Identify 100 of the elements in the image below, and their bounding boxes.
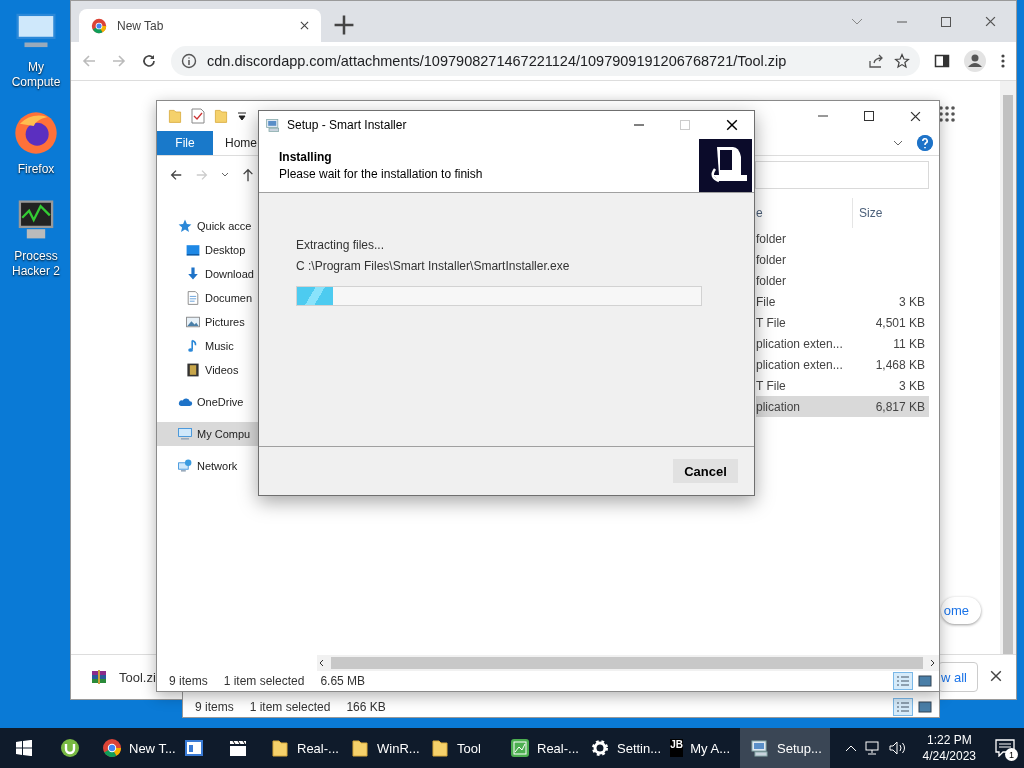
desktop-icon-label[interactable]: Process Hacker 2 bbox=[2, 249, 70, 279]
clock-date[interactable]: 4/24/2023 bbox=[922, 748, 976, 764]
info-icon bbox=[181, 53, 197, 69]
address-bar[interactable]: cdn.discordapp.com/attachments/1097908271467221124/1097909191206768721/Tool.zip bbox=[171, 46, 920, 76]
chevron-up-icon[interactable] bbox=[844, 744, 857, 752]
column-header[interactable]: e bbox=[756, 198, 853, 228]
avatar-icon[interactable] bbox=[964, 50, 986, 72]
nav-item[interactable]: My Compu bbox=[157, 422, 259, 446]
selection-info: 1 item selected bbox=[249, 700, 331, 714]
logo-icon: JB bbox=[670, 739, 684, 757]
dropdown-caret-icon[interactable] bbox=[237, 111, 247, 121]
settings-icon bbox=[590, 738, 610, 758]
nav-item[interactable]: OneDrive bbox=[157, 390, 259, 414]
notification-count: 1 bbox=[1005, 748, 1018, 761]
file-path: C :\Program Files\Smart Installer\SmartInstaller.exe bbox=[296, 259, 571, 273]
notifications-icon[interactable] bbox=[995, 739, 1015, 757]
network-icon[interactable] bbox=[864, 741, 881, 755]
desktop-icon-label[interactable]: Firefox bbox=[2, 162, 70, 177]
nav-item[interactable]: Quick acce bbox=[157, 214, 259, 238]
close-icon[interactable] bbox=[726, 118, 738, 131]
close-download-bar-icon[interactable] bbox=[990, 670, 1002, 682]
desktop-icon-label[interactable]: My Compute bbox=[2, 60, 70, 90]
maximize-icon bbox=[680, 119, 690, 130]
file-size: 4,501 KB bbox=[875, 315, 925, 330]
file-type: T File bbox=[756, 315, 787, 330]
pictures-icon bbox=[185, 314, 201, 330]
details-view-icon bbox=[896, 675, 910, 687]
maximize-icon[interactable] bbox=[941, 16, 951, 27]
back-icon[interactable] bbox=[169, 168, 183, 182]
file-size: 11 KB bbox=[893, 336, 925, 351]
nav-item[interactable]: Pictures bbox=[157, 310, 259, 334]
taskbar-button[interactable]: Real-... bbox=[260, 728, 340, 768]
clock-time[interactable]: 1:22 PM bbox=[926, 732, 972, 748]
volume-icon[interactable] bbox=[888, 741, 907, 755]
share-icon[interactable] bbox=[868, 53, 884, 69]
thumbnail-view-button[interactable] bbox=[915, 698, 935, 716]
help-icon[interactable] bbox=[917, 135, 933, 151]
show-all-button[interactable]: w all bbox=[938, 662, 978, 692]
download-filename[interactable]: Tool.zi bbox=[119, 669, 156, 685]
dialog-heading: Installing bbox=[279, 149, 333, 164]
file-row[interactable]: folder bbox=[756, 270, 929, 291]
taskbar-button[interactable]: Tool bbox=[420, 728, 500, 768]
menu-icon[interactable] bbox=[1000, 53, 1006, 69]
properties-icon[interactable] bbox=[191, 108, 205, 124]
maximize-icon[interactable] bbox=[864, 110, 874, 121]
bookmark-star-icon[interactable] bbox=[894, 53, 910, 69]
side-panel-icon[interactable] bbox=[934, 53, 950, 69]
status-text: Extracting files... bbox=[296, 238, 386, 252]
folder-icon bbox=[167, 108, 183, 124]
nav-item[interactable]: Music bbox=[157, 334, 259, 358]
ribbon-tab[interactable]: File bbox=[157, 131, 213, 155]
file-size: 3 KB bbox=[899, 294, 925, 309]
nav-item[interactable]: Download bbox=[157, 262, 259, 286]
taskbar-button[interactable]: Settin... bbox=[580, 728, 660, 768]
taskbar-button[interactable]: Real-... bbox=[500, 728, 580, 768]
url-text: cdn.discordapp.com/attachments/1097908271467221124/1097909191206768721/Tool.zip bbox=[207, 53, 787, 69]
chrome-chip-button[interactable]: ome bbox=[940, 597, 981, 624]
dialog-title: Setup - Smart Installer bbox=[287, 117, 408, 132]
file-type: plication exten... bbox=[756, 336, 844, 351]
nav-item[interactable]: Documen bbox=[157, 286, 259, 310]
file-row[interactable]: T File 4,501 KB bbox=[756, 312, 929, 333]
search-field[interactable] bbox=[755, 161, 929, 189]
thumbnail-view-button[interactable] bbox=[915, 672, 935, 690]
scrollbar[interactable] bbox=[1000, 81, 1016, 654]
file-row[interactable]: T File 3 KB bbox=[756, 375, 929, 396]
archive-icon bbox=[91, 669, 107, 685]
taskbar-button[interactable]: WinR... bbox=[340, 728, 420, 768]
nav-item[interactable]: Network bbox=[157, 454, 259, 478]
window-icon bbox=[184, 738, 204, 758]
close-tab-icon[interactable] bbox=[300, 21, 309, 30]
cancel-button[interactable]: Cancel bbox=[673, 459, 738, 483]
new-tab-icon[interactable] bbox=[333, 14, 355, 36]
file-row[interactable]: File 3 KB bbox=[756, 291, 929, 312]
chevron-down-icon[interactable] bbox=[851, 17, 863, 26]
file-row[interactable]: plication exten... 11 KB bbox=[756, 333, 929, 354]
column-header[interactable]: Size bbox=[853, 206, 883, 220]
file-row[interactable]: plication 6,817 KB bbox=[756, 396, 929, 417]
browser-tab[interactable]: New Tab bbox=[79, 9, 321, 42]
nav-item[interactable]: Videos bbox=[157, 358, 259, 382]
start-icon[interactable] bbox=[16, 740, 32, 756]
recent-locations-icon[interactable] bbox=[221, 172, 229, 178]
installer-icon bbox=[265, 116, 281, 133]
file-row[interactable]: folder bbox=[756, 228, 929, 249]
apps-grid-icon[interactable] bbox=[939, 106, 955, 122]
file-type: T File bbox=[756, 378, 787, 393]
nav-item[interactable]: Desktop bbox=[157, 238, 259, 262]
horizontal-scrollbar[interactable] bbox=[317, 655, 939, 671]
file-row[interactable]: folder bbox=[756, 249, 929, 270]
taskbar-button[interactable]: JB My A... bbox=[660, 728, 740, 768]
expand-ribbon-icon[interactable] bbox=[893, 139, 903, 147]
firefox-icon bbox=[13, 110, 59, 156]
close-icon[interactable] bbox=[910, 110, 921, 122]
up-arrow-icon[interactable] bbox=[241, 168, 255, 182]
thumbnail-view-icon bbox=[918, 675, 932, 687]
thumbnail-view-icon bbox=[918, 701, 932, 713]
taskbar-button[interactable]: Setup... bbox=[740, 728, 830, 768]
desktop-icon bbox=[185, 242, 201, 258]
file-row[interactable]: plication exten... 1,468 KB bbox=[756, 354, 929, 375]
reload-icon[interactable] bbox=[141, 53, 157, 69]
file-type: folder bbox=[756, 273, 788, 288]
